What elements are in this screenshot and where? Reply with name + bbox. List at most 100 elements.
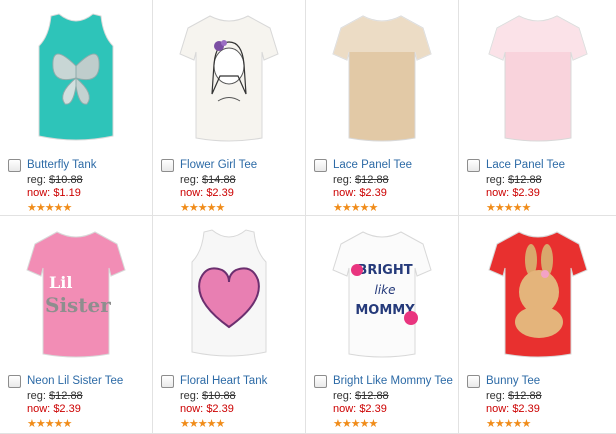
product-info: Lace Panel Tee reg: $12.88 now: $2.39 ★★★★★ — [467, 156, 612, 214]
svg-text:BRIGHT: BRIGHT — [357, 263, 412, 278]
sale-price: now: $2.39 — [467, 403, 612, 416]
reg-price-value: $12.88 — [49, 390, 83, 402]
reg-price-value: $12.88 — [508, 390, 542, 402]
product-card: Lace Panel Tee reg: $12.88 now: $2.39 ★★★★★ — [459, 0, 616, 216]
sale-price: now: $2.39 — [161, 403, 301, 416]
regular-price: reg: $10.88 — [8, 174, 148, 187]
regular-price: reg: $12.88 — [8, 390, 148, 403]
now-price-value: $2.39 — [206, 187, 234, 199]
compare-checkbox[interactable] — [161, 374, 174, 388]
product-title-link[interactable]: Bright Like Mommy Tee — [333, 375, 453, 387]
now-label: now: — [27, 403, 51, 415]
now-price-value: $2.39 — [359, 403, 387, 415]
compare-checkbox[interactable] — [467, 374, 480, 388]
product-info: Bunny Tee reg: $12.88 now: $2.39 ★★★★★ — [467, 372, 612, 430]
reg-label: reg: — [180, 174, 199, 186]
regular-price: reg: $12.88 — [467, 390, 612, 403]
regular-price: reg: $12.88 — [467, 174, 612, 187]
now-label: now: — [180, 403, 204, 415]
product-title-link[interactable]: Neon Lil Sister Tee — [27, 375, 123, 387]
product-info: Flower Girl Tee reg: $14.88 now: $2.39 ★★★★… — [161, 156, 301, 214]
compare-checkbox[interactable] — [314, 374, 327, 388]
compare-checkbox[interactable] — [8, 158, 21, 172]
product-card: Bunny Tee reg: $12.88 now: $2.39 ★★★★★ — [459, 216, 616, 434]
now-label: now: — [27, 187, 51, 199]
rating-stars[interactable]: ★★★★★ — [314, 418, 454, 430]
reg-label: reg: — [180, 390, 199, 402]
product-card: BRIGHT like MOMMY Bright Like Mommy Tee reg:… — [306, 216, 459, 434]
reg-price-value: $10.88 — [49, 174, 83, 186]
product-title-link[interactable]: Lace Panel Tee — [333, 159, 412, 171]
regular-price: reg: $14.88 — [161, 174, 301, 187]
sale-price: now: $2.39 — [467, 187, 612, 200]
product-info: Bright Like Mommy Tee reg: $12.88 now: $2.… — [314, 372, 454, 430]
svg-text:Sister: Sister — [45, 293, 111, 317]
product-card: Floral Heart Tank reg: $10.88 now: $2.39 ★★… — [153, 216, 306, 434]
rating-stars[interactable]: ★★★★★ — [161, 202, 301, 214]
reg-price-value: $12.88 — [508, 174, 542, 186]
now-price-value: $1.19 — [53, 187, 81, 199]
product-info: Lace Panel Tee reg: $12.88 now: $2.39 ★★★★★ — [314, 156, 454, 214]
compare-checkbox[interactable] — [161, 158, 174, 172]
sale-price: now: $1.19 — [8, 187, 148, 200]
reg-price-value: $14.88 — [202, 174, 236, 186]
now-price-value: $2.39 — [512, 187, 540, 199]
compare-checkbox[interactable] — [467, 158, 480, 172]
product-info: Butterfly Tank reg: $10.88 now: $1.19 ★★★★★ — [8, 156, 148, 214]
reg-price-value: $12.88 — [355, 390, 389, 402]
product-title-link[interactable]: Lace Panel Tee — [486, 159, 565, 171]
product-image[interactable] — [0, 0, 152, 152]
product-info: Floral Heart Tank reg: $10.88 now: $2.39 ★★… — [161, 372, 301, 430]
now-label: now: — [180, 187, 204, 199]
svg-text:like: like — [375, 283, 396, 297]
product-title-link[interactable]: Floral Heart Tank — [180, 375, 267, 387]
reg-label: reg: — [333, 390, 352, 402]
sale-price: now: $2.39 — [314, 403, 454, 416]
product-image[interactable] — [459, 0, 616, 152]
now-price-value: $2.39 — [512, 403, 540, 415]
reg-label: reg: — [486, 174, 505, 186]
compare-checkbox[interactable] — [8, 374, 21, 388]
product-image[interactable]: Lil Sister — [0, 216, 152, 368]
product-card: Lil Sister Neon Lil Sister Tee reg: $12.88 n… — [0, 216, 153, 434]
svg-text:Lil: Lil — [49, 273, 72, 292]
compare-checkbox[interactable] — [314, 158, 327, 172]
rating-stars[interactable]: ★★★★★ — [467, 202, 612, 214]
reg-label: reg: — [27, 174, 46, 186]
product-title-link[interactable]: Butterfly Tank — [27, 159, 96, 171]
regular-price: reg: $12.88 — [314, 174, 454, 187]
reg-label: reg: — [27, 390, 46, 402]
sale-price: now: $2.39 — [314, 187, 454, 200]
product-image[interactable] — [153, 0, 305, 152]
product-image[interactable] — [459, 216, 616, 368]
product-grid: Butterfly Tank reg: $10.88 now: $1.19 ★★★★★… — [0, 0, 616, 434]
now-label: now: — [333, 403, 357, 415]
reg-label: reg: — [486, 390, 505, 402]
regular-price: reg: $12.88 — [314, 390, 454, 403]
rating-stars[interactable]: ★★★★★ — [8, 202, 148, 214]
now-price-value: $2.39 — [206, 403, 234, 415]
product-title-link[interactable]: Bunny Tee — [486, 375, 540, 387]
rating-stars[interactable]: ★★★★★ — [467, 418, 612, 430]
regular-price: reg: $10.88 — [161, 390, 301, 403]
reg-price-value: $10.88 — [202, 390, 236, 402]
product-card: Lace Panel Tee reg: $12.88 now: $2.39 ★★★★★ — [306, 0, 459, 216]
now-label: now: — [333, 187, 357, 199]
now-label: now: — [486, 403, 510, 415]
product-image[interactable]: BRIGHT like MOMMY — [306, 216, 458, 368]
now-price-value: $2.39 — [53, 403, 81, 415]
now-price-value: $2.39 — [359, 187, 387, 199]
product-card: Butterfly Tank reg: $10.88 now: $1.19 ★★★★★ — [0, 0, 153, 216]
sale-price: now: $2.39 — [8, 403, 148, 416]
product-image[interactable] — [153, 216, 305, 368]
product-title-link[interactable]: Flower Girl Tee — [180, 159, 257, 171]
rating-stars[interactable]: ★★★★★ — [8, 418, 148, 430]
reg-label: reg: — [333, 174, 352, 186]
rating-stars[interactable]: ★★★★★ — [161, 418, 301, 430]
product-image[interactable] — [306, 0, 458, 152]
now-label: now: — [486, 187, 510, 199]
product-card: Flower Girl Tee reg: $14.88 now: $2.39 ★★★★… — [153, 0, 306, 216]
reg-price-value: $12.88 — [355, 174, 389, 186]
rating-stars[interactable]: ★★★★★ — [314, 202, 454, 214]
product-info: Neon Lil Sister Tee reg: $12.88 now: $2.39… — [8, 372, 148, 430]
